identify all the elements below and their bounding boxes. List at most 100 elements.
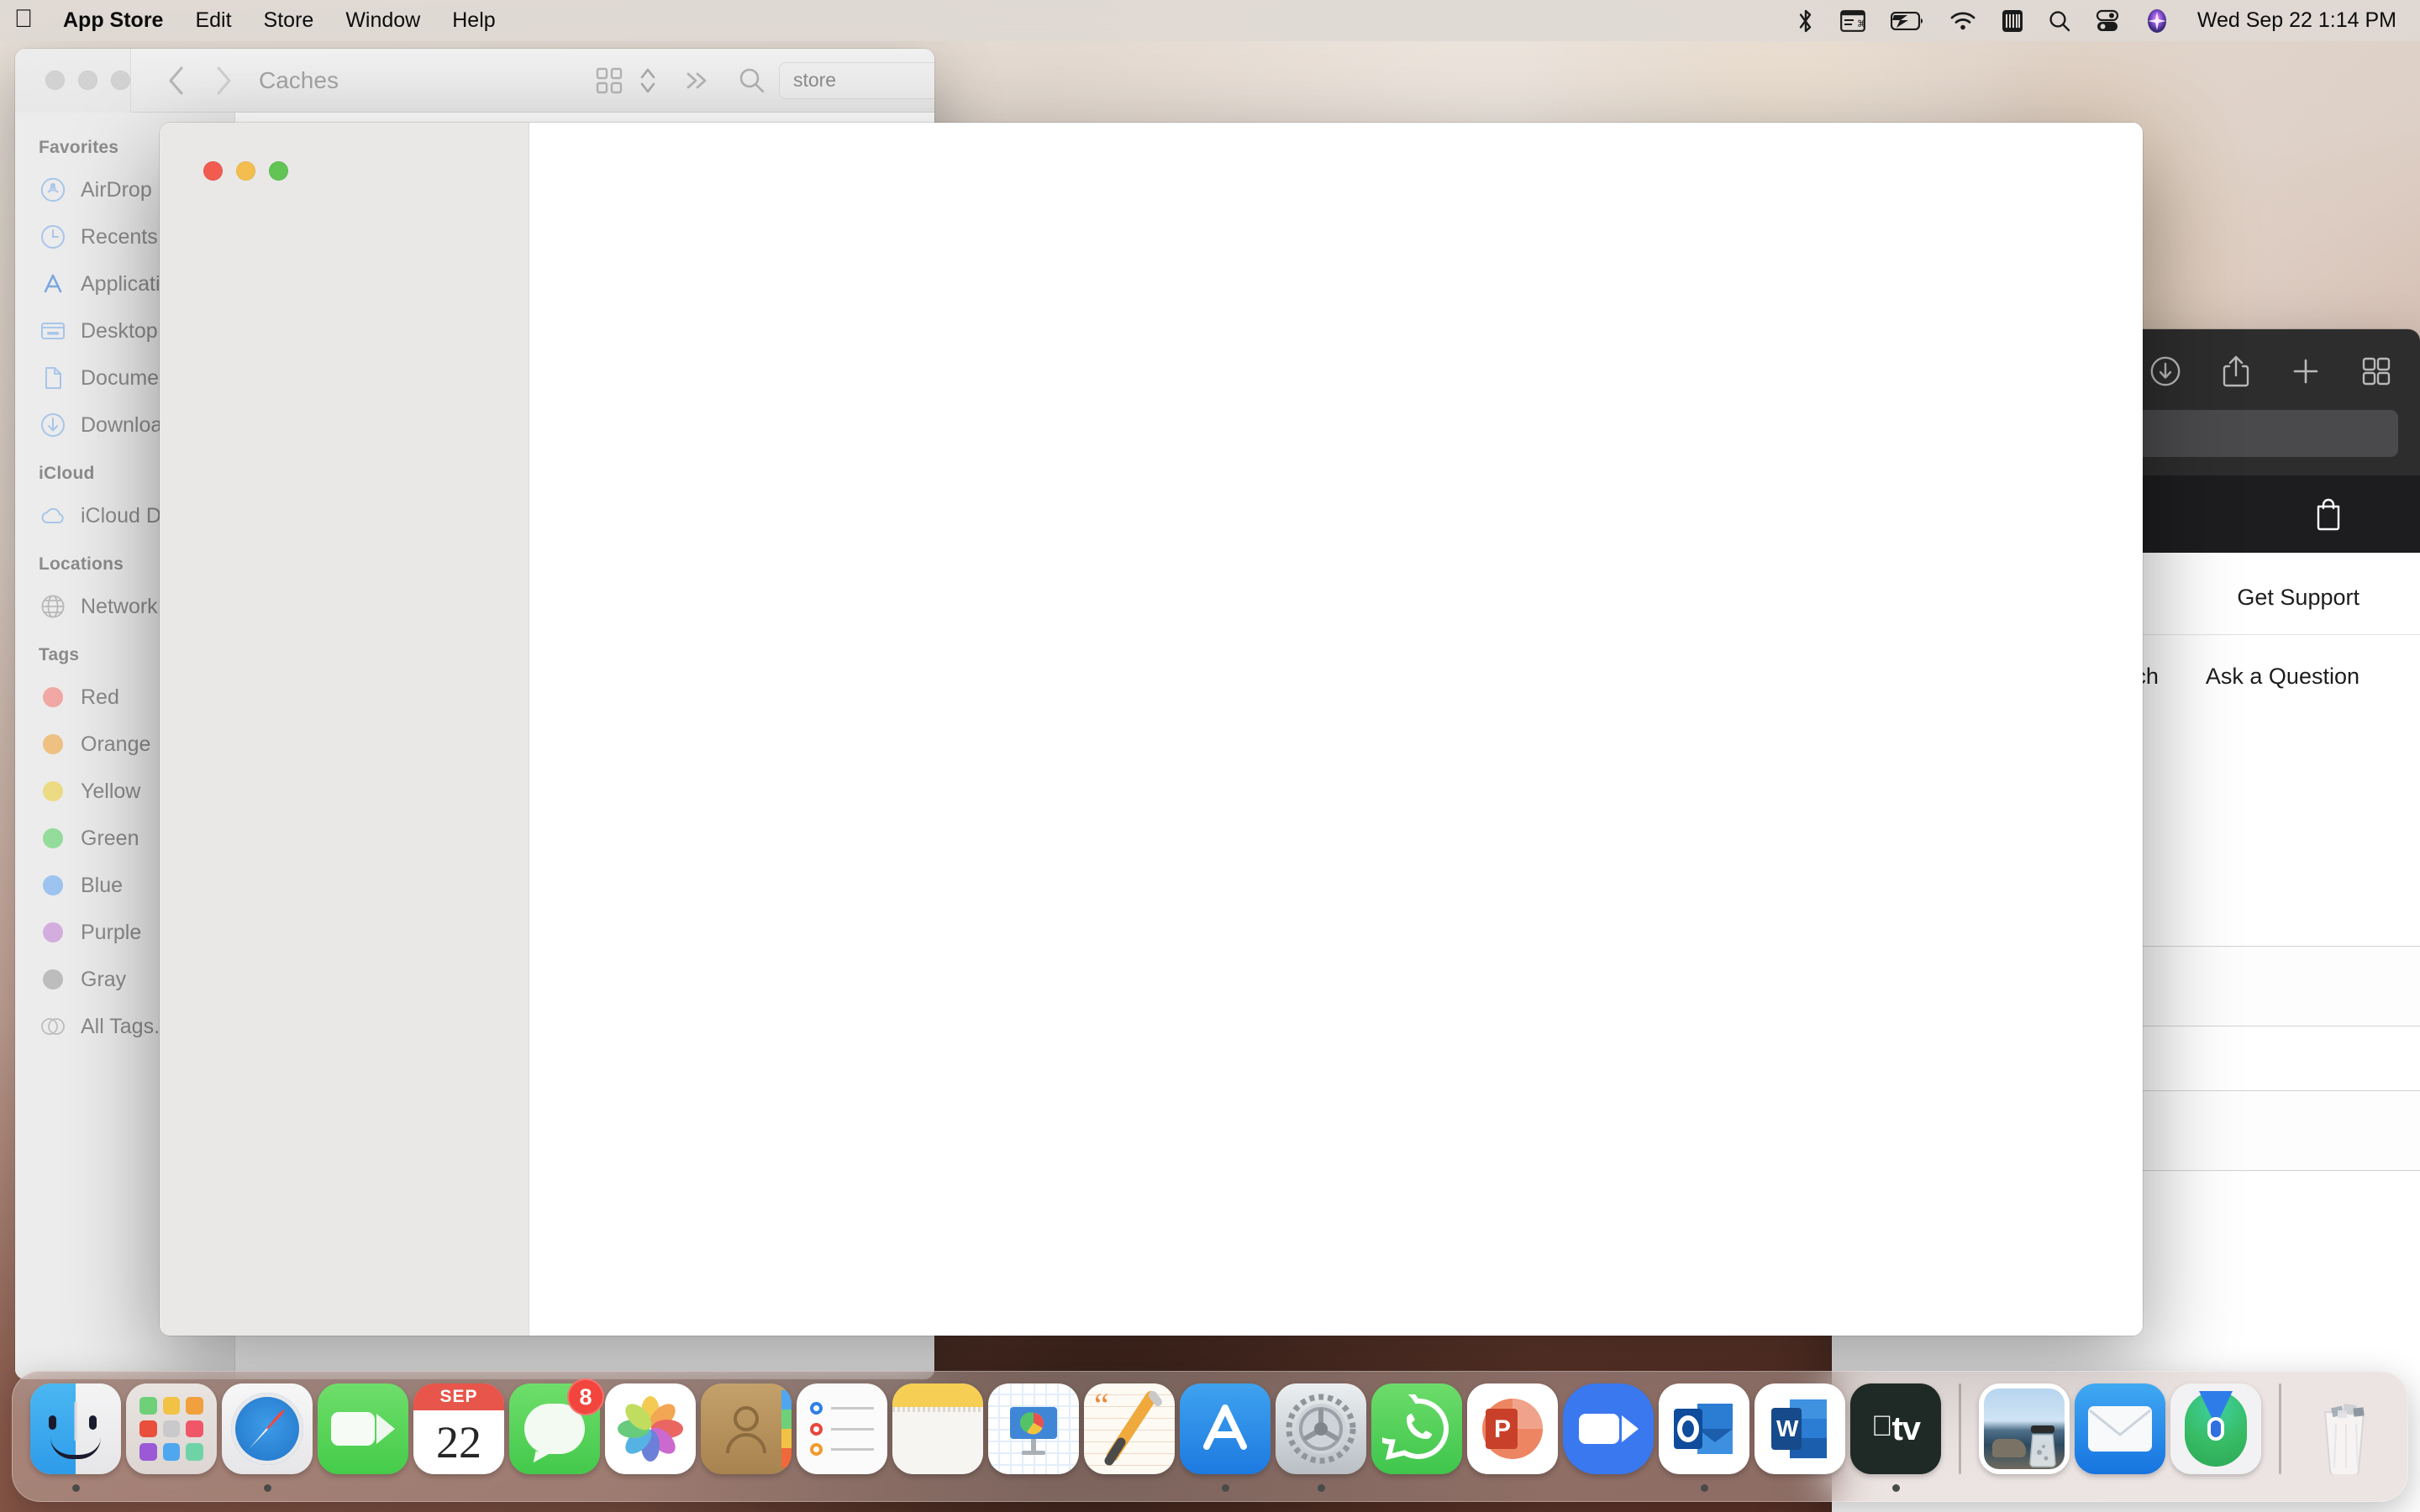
double-chevron-right-icon[interactable] xyxy=(670,69,725,92)
app-store-traffic-lights[interactable] xyxy=(203,161,529,181)
app-store-minimize-button[interactable] xyxy=(236,161,255,181)
finder-maximize-button[interactable] xyxy=(111,71,130,90)
app-store-maximize-button[interactable] xyxy=(269,161,288,181)
menu-item-app-store[interactable]: App Store xyxy=(47,0,179,41)
find-my-icon xyxy=(2170,1383,2261,1474)
running-indicator xyxy=(1891,1484,1900,1492)
sidebar-item-label: Gray xyxy=(81,967,127,991)
sidebar-item-label: Blue xyxy=(81,873,124,897)
clock-icon xyxy=(39,223,67,251)
keyboard-shortcuts-icon[interactable]: ⌘ xyxy=(1828,0,1878,41)
menu-item-help[interactable]: Help xyxy=(436,0,511,41)
ask-a-question-link[interactable]: Ask a Question xyxy=(2206,664,2360,690)
dock-item-textedit[interactable]: “ xyxy=(1081,1383,1177,1492)
battery-charging-icon[interactable] xyxy=(1878,0,1937,41)
dock-item-system-settings[interactable] xyxy=(1273,1383,1369,1492)
app-store-window[interactable] xyxy=(160,123,2143,1336)
finder-traffic-lights[interactable] xyxy=(45,71,130,90)
globe-icon xyxy=(39,592,67,621)
app-store-close-button[interactable] xyxy=(203,161,223,181)
running-indicator xyxy=(1509,1484,1517,1492)
dock-item-trash[interactable] xyxy=(2296,1383,2392,1492)
dock-item-notes[interactable] xyxy=(890,1383,986,1492)
finder-minimize-button[interactable] xyxy=(78,71,97,90)
textedit-icon: “ xyxy=(1084,1383,1175,1474)
dock-item-mail[interactable] xyxy=(2072,1383,2168,1492)
outlook-icon xyxy=(1659,1383,1749,1474)
tab-overview-icon[interactable] xyxy=(2361,356,2391,386)
tag-dot-icon xyxy=(39,730,67,759)
dock-separator xyxy=(1959,1383,1961,1474)
running-indicator xyxy=(647,1484,655,1492)
dock-item-zoom[interactable] xyxy=(1560,1383,1656,1492)
menu-item-store[interactable]: Store xyxy=(248,0,330,41)
running-indicator xyxy=(455,1484,463,1492)
trash-icon xyxy=(2299,1383,2390,1474)
svg-text:P: P xyxy=(1494,1415,1511,1443)
spotlight-search-icon[interactable] xyxy=(2036,0,2083,41)
running-indicator xyxy=(839,1484,846,1492)
wifi-icon[interactable] xyxy=(1937,0,1989,41)
messages-badge: 8 xyxy=(567,1378,604,1415)
dock-item-facetime[interactable] xyxy=(315,1383,411,1492)
tag-dot-icon xyxy=(39,965,67,994)
dock-item-word[interactable]: W xyxy=(1752,1383,1848,1492)
downloads-icon xyxy=(39,411,67,439)
dock-item-appstore[interactable] xyxy=(1177,1383,1273,1492)
preview-icon xyxy=(1979,1383,2070,1474)
dock-item-contacts[interactable] xyxy=(698,1383,794,1492)
finder-sidebar-header xyxy=(15,49,131,113)
dock-item-launchpad[interactable] xyxy=(124,1383,219,1492)
dock-item-appletv[interactable]: tv xyxy=(1848,1383,1944,1492)
dock-item-calendar[interactable]: SEP 22 xyxy=(411,1383,507,1492)
magnifier-icon[interactable] xyxy=(725,67,779,94)
dock-item-keynote[interactable] xyxy=(986,1383,1081,1492)
dock-item-preview[interactable] xyxy=(1976,1383,2072,1492)
dock-item-safari[interactable] xyxy=(219,1383,315,1492)
mail-icon xyxy=(2075,1383,2165,1474)
audio-levels-icon[interactable] xyxy=(1989,0,2036,41)
dock-item-outlook[interactable] xyxy=(1656,1383,1752,1492)
app-store-sidebar[interactable] xyxy=(160,123,529,1336)
downloads-circle-icon[interactable] xyxy=(2149,355,2181,387)
running-indicator xyxy=(551,1484,559,1492)
finder-search-input[interactable]: store ✕ xyxy=(778,61,934,99)
bluetooth-icon[interactable] xyxy=(1784,0,1828,41)
apple-logo-icon[interactable]:  xyxy=(0,6,47,35)
word-icon: W xyxy=(1754,1383,1845,1474)
get-support-link[interactable]: Get Support xyxy=(2237,585,2360,611)
dock-item-powerpoint[interactable]: P xyxy=(1465,1383,1560,1492)
new-tab-plus-icon[interactable] xyxy=(2291,356,2321,386)
menu-bar-clock[interactable]: Wed Sep 22 1:14 PM xyxy=(2182,8,2402,33)
app-store-content[interactable] xyxy=(529,123,2143,1336)
airdrop-icon xyxy=(39,176,67,204)
running-indicator xyxy=(1221,1484,1229,1492)
chevron-up-down-icon[interactable] xyxy=(636,66,670,96)
shopping-bag-icon[interactable] xyxy=(2314,497,2343,531)
running-indicator xyxy=(2341,1484,2349,1492)
menu-item-edit[interactable]: Edit xyxy=(179,0,247,41)
dock-item-photos[interactable] xyxy=(602,1383,698,1492)
finder-search-value: store xyxy=(792,69,837,91)
menu-item-window[interactable]: Window xyxy=(329,0,436,41)
notes-icon xyxy=(892,1383,983,1474)
control-center-icon[interactable] xyxy=(2083,0,2132,41)
finder-close-button[interactable] xyxy=(45,71,65,90)
chevron-left-icon[interactable] xyxy=(153,65,200,97)
chevron-right-icon[interactable] xyxy=(200,65,247,97)
running-indicator xyxy=(1413,1484,1421,1492)
icon-view-grid-icon[interactable] xyxy=(582,67,636,94)
sidebar-item-label: All Tags... xyxy=(81,1014,171,1038)
dock-item-whatsapp[interactable] xyxy=(1369,1383,1465,1492)
siri-icon[interactable] xyxy=(2132,0,2182,41)
svg-text:W: W xyxy=(1776,1415,1799,1441)
dock-item-messages[interactable]: 8 xyxy=(507,1378,604,1492)
apple-tv-icon: tv xyxy=(1850,1383,1941,1474)
dock-item-findmy[interactable] xyxy=(2168,1383,2264,1492)
sidebar-item-label: Red xyxy=(81,685,119,709)
dock-item-finder[interactable] xyxy=(28,1383,124,1492)
dock-item-reminders[interactable] xyxy=(794,1383,890,1492)
all-tags-icon xyxy=(39,1012,67,1041)
running-indicator xyxy=(2212,1484,2220,1492)
share-icon[interactable] xyxy=(2222,354,2250,388)
